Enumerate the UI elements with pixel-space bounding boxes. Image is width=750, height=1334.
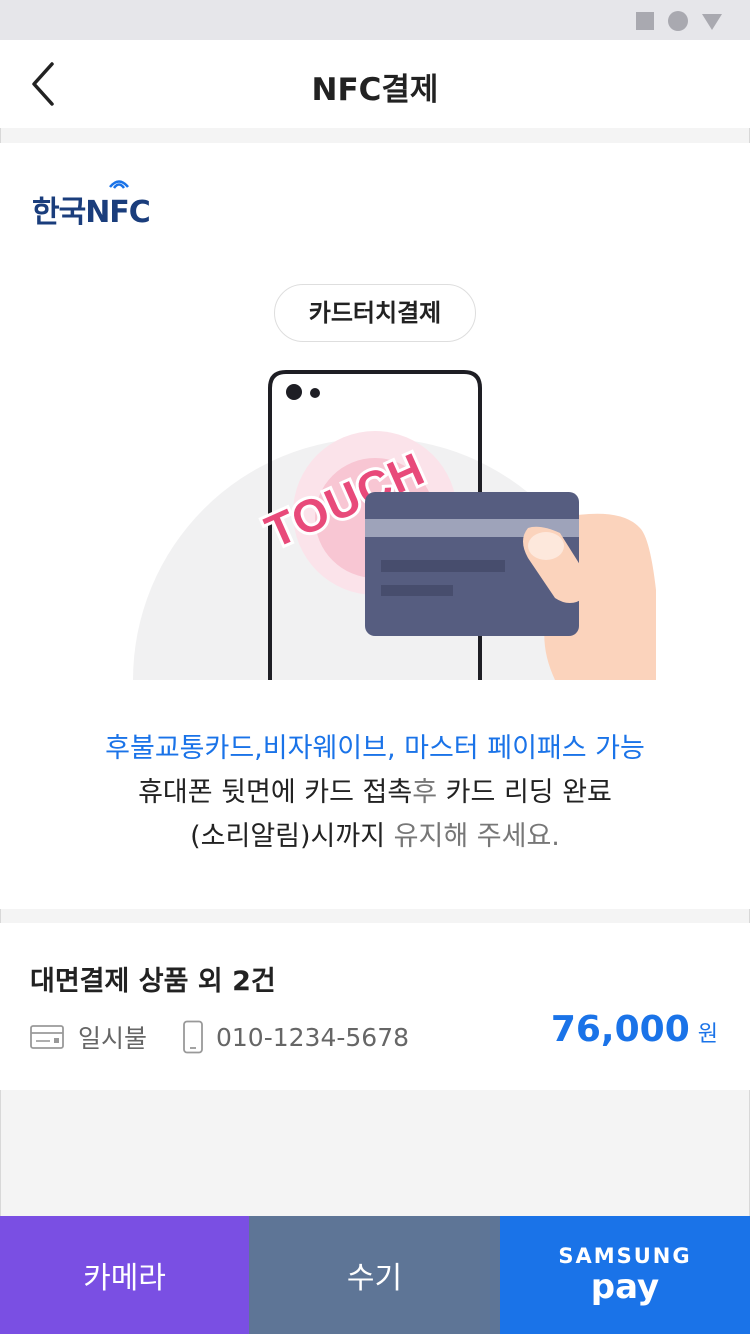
square-icon (636, 12, 654, 30)
triangle-icon (702, 14, 722, 30)
touch-illustration: TOUCH (133, 370, 656, 680)
bottom-action-bar: 카메라 수기 SAMSUNG pay (0, 1216, 750, 1334)
phone-number: 010-1234-5678 (216, 1022, 410, 1052)
circle-icon (668, 11, 688, 31)
instructions: 후불교통카드,비자웨이브, 마스터 페이패스 가능 휴대폰 뒷면에 카드 접촉후… (0, 727, 750, 859)
instruction-line-1: 후불교통카드,비자웨이브, 마스터 페이패스 가능 (105, 733, 645, 764)
nfc-wave-icon (109, 180, 129, 189)
order-title: 대면결제 상품 외 2건 (30, 966, 276, 997)
samsung-pay-button[interactable]: SAMSUNG pay (500, 1216, 750, 1334)
card-line-2 (381, 585, 453, 596)
samsung-pay-label-bottom: pay (590, 1267, 660, 1307)
thumb-nail (528, 532, 564, 560)
payment-type-label: 일시불 (78, 1024, 148, 1053)
brand-korean: 한국 (32, 195, 86, 230)
status-bar (0, 0, 750, 40)
order-summary: 대면결제 상품 외 2건 일시불 010-1234-5678 76,000 원 (0, 923, 750, 1090)
camera-button[interactable]: 카메라 (0, 1216, 249, 1334)
camera-lens-big (286, 384, 302, 400)
card-line-1 (381, 560, 505, 572)
camera-lens-small (310, 388, 320, 398)
phone-icon (183, 1020, 203, 1054)
brand-latin: NFC (85, 195, 151, 230)
currency-unit: 원 (697, 1022, 718, 1047)
nfc-card-section: 한국NFC 카드터치결제 TOUCH 후불교통카드,비자웨이브, 마스터 페이패… (0, 143, 750, 909)
instruction-line-3: (소리알림)시까지 유지해 주세요. (190, 821, 560, 852)
card-icon (30, 1025, 64, 1049)
page-title: NFC결제 (311, 72, 439, 108)
manual-entry-button[interactable]: 수기 (249, 1216, 500, 1334)
app-header: NFC결제 (0, 40, 750, 128)
amount-value: 76,000 (550, 1009, 690, 1050)
payment-type: 일시불 (30, 1019, 147, 1055)
samsung-pay-label-top: SAMSUNG (558, 1244, 692, 1268)
card-touch-pay-pill: 카드터치결제 (274, 284, 476, 342)
payment-amount: 76,000 원 (551, 1009, 718, 1050)
instruction-line-2: 휴대폰 뒷면에 카드 접촉후 카드 리딩 완료 (138, 777, 612, 808)
phone-info: 010-1234-5678 (182, 1019, 409, 1055)
